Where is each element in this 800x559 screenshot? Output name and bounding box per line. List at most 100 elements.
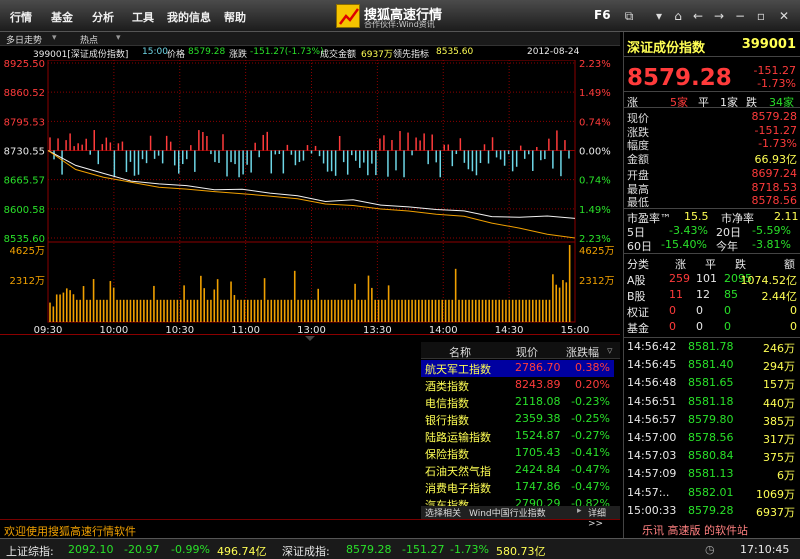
menu-bar: 行情 基金 分析 工具 我的信息 帮助 搜狐高速行情 合作伙伴:Wind资讯 F…: [0, 0, 800, 32]
dropdown-icon[interactable]: ▾: [650, 7, 668, 25]
col-pct[interactable]: 涨跌幅: [566, 344, 599, 360]
sector-row[interactable]: 酒类指数 8243.89 0.20%: [421, 377, 614, 394]
menu-tools[interactable]: 工具: [132, 9, 154, 25]
menu-quotes[interactable]: 行情: [10, 9, 32, 25]
index-title: 深证成份指数: [627, 41, 706, 56]
tick-volume: 317万: [763, 433, 795, 446]
sector-pct: 0.38%: [575, 361, 610, 374]
chart-divider: [0, 334, 620, 342]
col-price[interactable]: 现价: [516, 344, 538, 360]
forward-arrow-icon[interactable]: →: [710, 7, 728, 25]
quote-value: 66.93亿: [754, 152, 798, 166]
sector-row[interactable]: 航天军工指数 2786.70 0.38%: [421, 360, 614, 377]
sector-pct: -0.23%: [571, 395, 610, 408]
market-up: 11: [669, 288, 683, 301]
tab-dropdown-1[interactable]: ▾: [52, 33, 57, 43]
menu-my-info[interactable]: 我的信息: [167, 9, 211, 25]
sh-label[interactable]: 上证综指:: [6, 543, 54, 559]
market-flat: 101: [696, 272, 717, 285]
close-icon[interactable]: ✕: [775, 7, 793, 25]
clock-icon: ◷: [705, 543, 715, 556]
sector-price: 1705.43: [515, 446, 561, 459]
divider: [624, 208, 800, 209]
sector-row[interactable]: 消费电子指数 1747.86 -0.47%: [421, 479, 614, 496]
welcome-message: 欢迎使用搜狐高速行情软件: [0, 519, 620, 538]
minimize-icon[interactable]: −: [731, 7, 749, 25]
y-tick-left: 8795.53: [4, 117, 45, 128]
tab-scroll-right-icon[interactable]: ▸: [577, 506, 582, 516]
sector-name: 保险指数: [425, 448, 469, 461]
tab-hotspot[interactable]: 热点: [80, 33, 98, 46]
mh-up: 涨: [675, 258, 686, 271]
market-flat: 0: [696, 320, 703, 333]
sector-row[interactable]: 银行指数 2359.38 -0.25%: [421, 411, 614, 428]
sector-row[interactable]: 保险指数 1705.43 -0.41%: [421, 445, 614, 462]
divider: [624, 91, 800, 92]
f6-button[interactable]: F6: [594, 8, 611, 22]
sector-price: 2118.08: [515, 395, 561, 408]
x-tick: 13:00: [297, 325, 326, 334]
index-quote-panel: 深证成份指数 399001 8579.28 -151.27 -1.73% 涨 5…: [623, 32, 800, 538]
sh-amount: 496.74亿: [217, 545, 267, 558]
sector-pct: -0.47%: [571, 463, 610, 476]
sector-row[interactable]: 石油天然气指 2424.84 -0.47%: [421, 462, 614, 479]
sector-index-table: 名称 现价 涨跌幅 ▿ 航天军工指数 2786.70 0.38% 酒类指数 8243.8…: [421, 342, 620, 519]
volume-tick-left: 2312万: [10, 276, 45, 287]
market-name: 权证: [627, 306, 649, 319]
quote-row: 金额 66.93亿: [624, 151, 800, 166]
tab-multi-day[interactable]: 多日走势: [6, 33, 42, 46]
tab-select-related[interactable]: 选择相关: [425, 506, 461, 519]
chart-mode-icon[interactable]: ⧉: [620, 7, 638, 25]
y-tick-right: 0.74%: [579, 176, 611, 187]
status-bar: 上证综指: 2092.10 -20.97 -0.99% 496.74亿 深证成指…: [0, 538, 800, 559]
sz-label[interactable]: 深证成指:: [282, 543, 330, 559]
market-row: 权证 0 0 0 0: [624, 304, 800, 319]
tick-price: 8581.78: [688, 340, 734, 353]
index-price: 8579.28: [627, 65, 732, 91]
y-tick-right: 1.49%: [579, 205, 611, 216]
tick-price: 8579.28: [688, 503, 734, 517]
quote-value: -151.27: [754, 123, 797, 137]
info-price: 8579.28: [188, 47, 226, 57]
bottom-note: 乐讯 高速版 的软件站: [642, 524, 748, 537]
sh-change: -20.97: [124, 543, 160, 556]
y-tick-right: 0.00%: [579, 147, 611, 158]
sz-amount: 580.73亿: [496, 545, 546, 558]
tab-dropdown-2[interactable]: ▾: [116, 33, 121, 43]
y-tick-left: 8925.50: [4, 60, 45, 70]
clock-time: 17:10:45: [740, 543, 790, 556]
tick-time: 14:57:09: [627, 467, 677, 481]
x-tick: 15:00: [561, 325, 590, 334]
tick-row: 15:00:33 8579.28 6937万: [624, 503, 800, 519]
sector-price: 2786.70: [515, 361, 561, 374]
divider: [624, 56, 800, 57]
quote-value: -1.73%: [758, 137, 797, 150]
info-lead: 8535.60: [436, 47, 474, 57]
market-amount: 0: [790, 304, 797, 317]
quote-label: 金额: [627, 152, 649, 166]
quote-row: 最高 8718.53: [624, 181, 800, 196]
menu-fund[interactable]: 基金: [51, 9, 73, 25]
sort-icon[interactable]: ▿: [607, 344, 613, 357]
market-name: B股: [627, 290, 646, 303]
period-60d: -15.40%: [661, 238, 707, 251]
tick-volume: 294万: [763, 360, 795, 374]
intraday-chart[interactable]: 8925.50 2.23% 8860.52 1.49% 8795.53 0.74% 8730…: [0, 60, 620, 334]
y-tick-left: 8535.60: [4, 234, 45, 245]
divider: [624, 253, 800, 254]
col-name[interactable]: 名称: [449, 344, 471, 360]
tick-price: 8580.84: [688, 449, 734, 463]
market-amount: 1074.52亿: [740, 274, 798, 287]
market-amount: 0: [790, 320, 797, 333]
menu-help[interactable]: 帮助: [224, 9, 246, 25]
menu-analysis[interactable]: 分析: [92, 9, 114, 25]
sector-row[interactable]: 电信指数 2118.08 -0.23%: [421, 394, 614, 411]
divider: [624, 337, 800, 338]
sz-pct: -1.73%: [450, 543, 489, 556]
restore-icon[interactable]: ▫: [752, 7, 770, 25]
sector-row[interactable]: 陆路运输指数 1524.87 -0.27%: [421, 428, 614, 445]
back-arrow-icon[interactable]: ←: [689, 7, 707, 25]
home-icon[interactable]: ⌂: [669, 7, 687, 25]
tick-row: 14:56:51 8581.18 440万: [624, 394, 800, 410]
tab-wind-industry[interactable]: Wind中国行业指数: [469, 506, 546, 519]
